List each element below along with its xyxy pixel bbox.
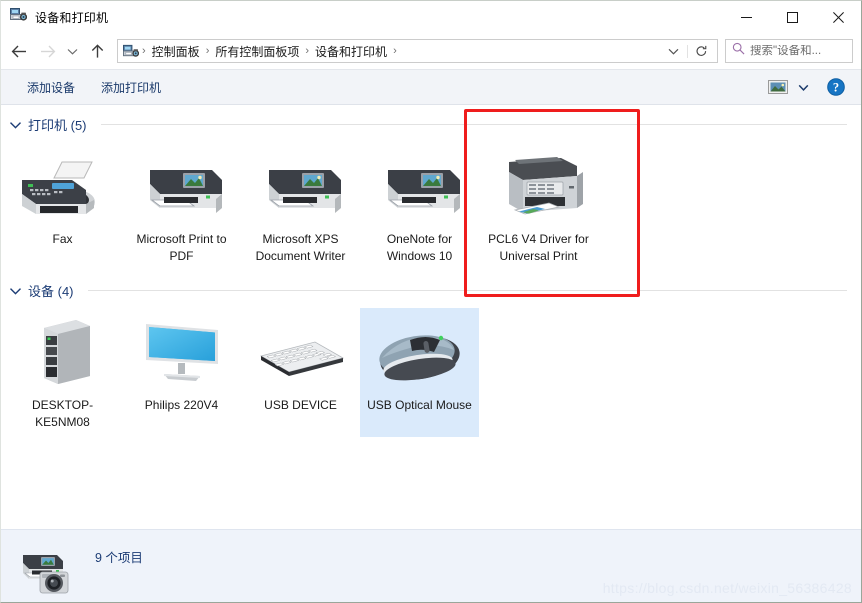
- close-icon: [832, 11, 844, 23]
- view-options-dropdown[interactable]: [794, 80, 813, 95]
- list-item[interactable]: USB Optical Mouse: [360, 308, 479, 437]
- maximize-button[interactable]: [769, 1, 815, 33]
- minimize-icon: [740, 16, 752, 18]
- chevron-down-icon[interactable]: [7, 286, 24, 296]
- add-device-button[interactable]: 添加设备: [17, 75, 85, 100]
- list-item-label: Microsoft Print to PDF: [136, 232, 227, 263]
- window-controls: [723, 1, 861, 33]
- refresh-icon: [696, 45, 707, 56]
- mouse-icon: [362, 316, 477, 388]
- group-header-printers: 打印机 (5): [1, 105, 861, 138]
- preview-pane-button[interactable]: [764, 76, 792, 98]
- breadcrumb-bar[interactable]: › 控制面板 › 所有控制面板项 › 设备和打印机 ›: [117, 39, 718, 63]
- window-title: 设备和打印机: [35, 10, 109, 25]
- list-item-label: USB DEVICE: [264, 398, 337, 412]
- maximize-icon: [786, 11, 798, 23]
- list-item[interactable]: DESKTOP-KE5NM08: [3, 308, 122, 437]
- list-item[interactable]: OneNote for Windows 10: [360, 142, 479, 271]
- forward-button[interactable]: [33, 37, 61, 65]
- list-item-label: Microsoft XPS Document Writer: [255, 232, 346, 263]
- search-box[interactable]: [725, 39, 853, 63]
- forward-arrow-icon: [40, 45, 55, 57]
- search-input[interactable]: [750, 45, 848, 57]
- breadcrumb-item-control-panel[interactable]: 控制面板: [147, 41, 205, 62]
- list-item[interactable]: PCL6 V4 Driver for Universal Print: [479, 142, 598, 271]
- preview-pane-icon: [768, 80, 788, 94]
- list-item-label: USB Optical Mouse: [367, 398, 472, 412]
- refresh-button[interactable]: [687, 44, 715, 58]
- help-icon: ?: [827, 78, 845, 96]
- group-title-devices[interactable]: 设备 (4): [28, 281, 74, 300]
- command-bar-right: ?: [764, 76, 851, 98]
- items-view: 打印机 (5) Fax Microsoft Print to PDF Micro…: [1, 105, 861, 529]
- chevron-down-icon: [67, 48, 77, 55]
- breadcrumb-item-all-control-panel-items[interactable]: 所有控制面板项: [210, 41, 304, 62]
- breadcrumb-item-devices-and-printers[interactable]: 设备和打印机: [310, 41, 392, 62]
- list-item-label: PCL6 V4 Driver for Universal Print: [488, 232, 589, 263]
- close-button[interactable]: [815, 1, 861, 33]
- fax-machine-icon: [5, 150, 120, 222]
- back-arrow-icon: [11, 45, 26, 57]
- chevron-down-icon[interactable]: [7, 120, 24, 130]
- breadcrumb-separator: ›: [393, 45, 397, 57]
- group-divider: [100, 124, 847, 125]
- printer-camera-icon: [15, 537, 73, 597]
- group-divider: [87, 290, 847, 291]
- printer-icon: [243, 150, 358, 222]
- printer-icon: [362, 150, 477, 222]
- breadcrumb: 控制面板 › 所有控制面板项 › 设备和打印机 ›: [147, 41, 662, 62]
- status-item-count: 9 个项目: [95, 551, 143, 565]
- list-item-label: Philips 220V4: [144, 398, 219, 412]
- breadcrumb-devices-printers-icon: [122, 43, 141, 59]
- back-button[interactable]: [5, 37, 33, 65]
- minimize-button[interactable]: [723, 1, 769, 33]
- list-item-label: OneNote for Windows 10: [386, 232, 453, 263]
- up-button[interactable]: [83, 37, 111, 65]
- group-header-devices: 设备 (4): [1, 271, 861, 304]
- list-item[interactable]: Fax: [3, 142, 122, 271]
- keyboard-icon: [243, 316, 358, 388]
- monitor-icon: [124, 316, 239, 388]
- title-bar: 设备和打印机: [1, 1, 861, 33]
- search-icon: [732, 42, 745, 60]
- devices-printers-icon: [10, 6, 28, 28]
- devices-tile-list: DESKTOP-KE5NM08 Philips 220V4 USB DEVICE…: [1, 304, 861, 437]
- list-item-label: DESKTOP-KE5NM08: [31, 398, 94, 429]
- address-bar: › 控制面板 › 所有控制面板项 › 设备和打印机 ›: [1, 33, 861, 69]
- chevron-down-icon: [668, 48, 679, 55]
- watermark-text: https://blog.csdn.net/weixin_56386428: [602, 580, 852, 596]
- list-item-label: Fax: [52, 232, 73, 246]
- devices-and-printers-window: 设备和打印机 › 控制面板 › 所有控制面板项 › 设备和打印机 › 搜索"设备…: [0, 0, 862, 603]
- printers-tile-list: Fax Microsoft Print to PDF Microsoft XPS…: [1, 138, 861, 271]
- up-arrow-icon: [91, 43, 103, 58]
- breadcrumb-trailing-controls: [662, 44, 715, 58]
- add-printer-button[interactable]: 添加打印机: [91, 75, 171, 100]
- group-title-printers[interactable]: 打印机 (5): [28, 115, 87, 134]
- multifunction-printer-icon: [481, 150, 596, 222]
- title-bar-left: 设备和打印机: [1, 6, 108, 28]
- list-item[interactable]: Philips 220V4: [122, 308, 241, 437]
- recent-locations-button[interactable]: [61, 37, 83, 65]
- desktop-tower-icon: [5, 316, 120, 388]
- list-item[interactable]: USB DEVICE: [241, 308, 360, 437]
- list-item[interactable]: Microsoft XPS Document Writer: [241, 142, 360, 271]
- chevron-down-icon: [798, 84, 809, 91]
- printer-icon: [124, 150, 239, 222]
- help-button[interactable]: ?: [815, 76, 851, 98]
- status-bar: 9 个项目 https://blog.csdn.net/weixin_56386…: [1, 529, 861, 602]
- svg-text:?: ?: [833, 80, 839, 94]
- list-item[interactable]: Microsoft Print to PDF: [122, 142, 241, 271]
- address-dropdown-button[interactable]: [662, 47, 687, 56]
- command-bar: 添加设备 添加打印机 ?: [1, 69, 861, 105]
